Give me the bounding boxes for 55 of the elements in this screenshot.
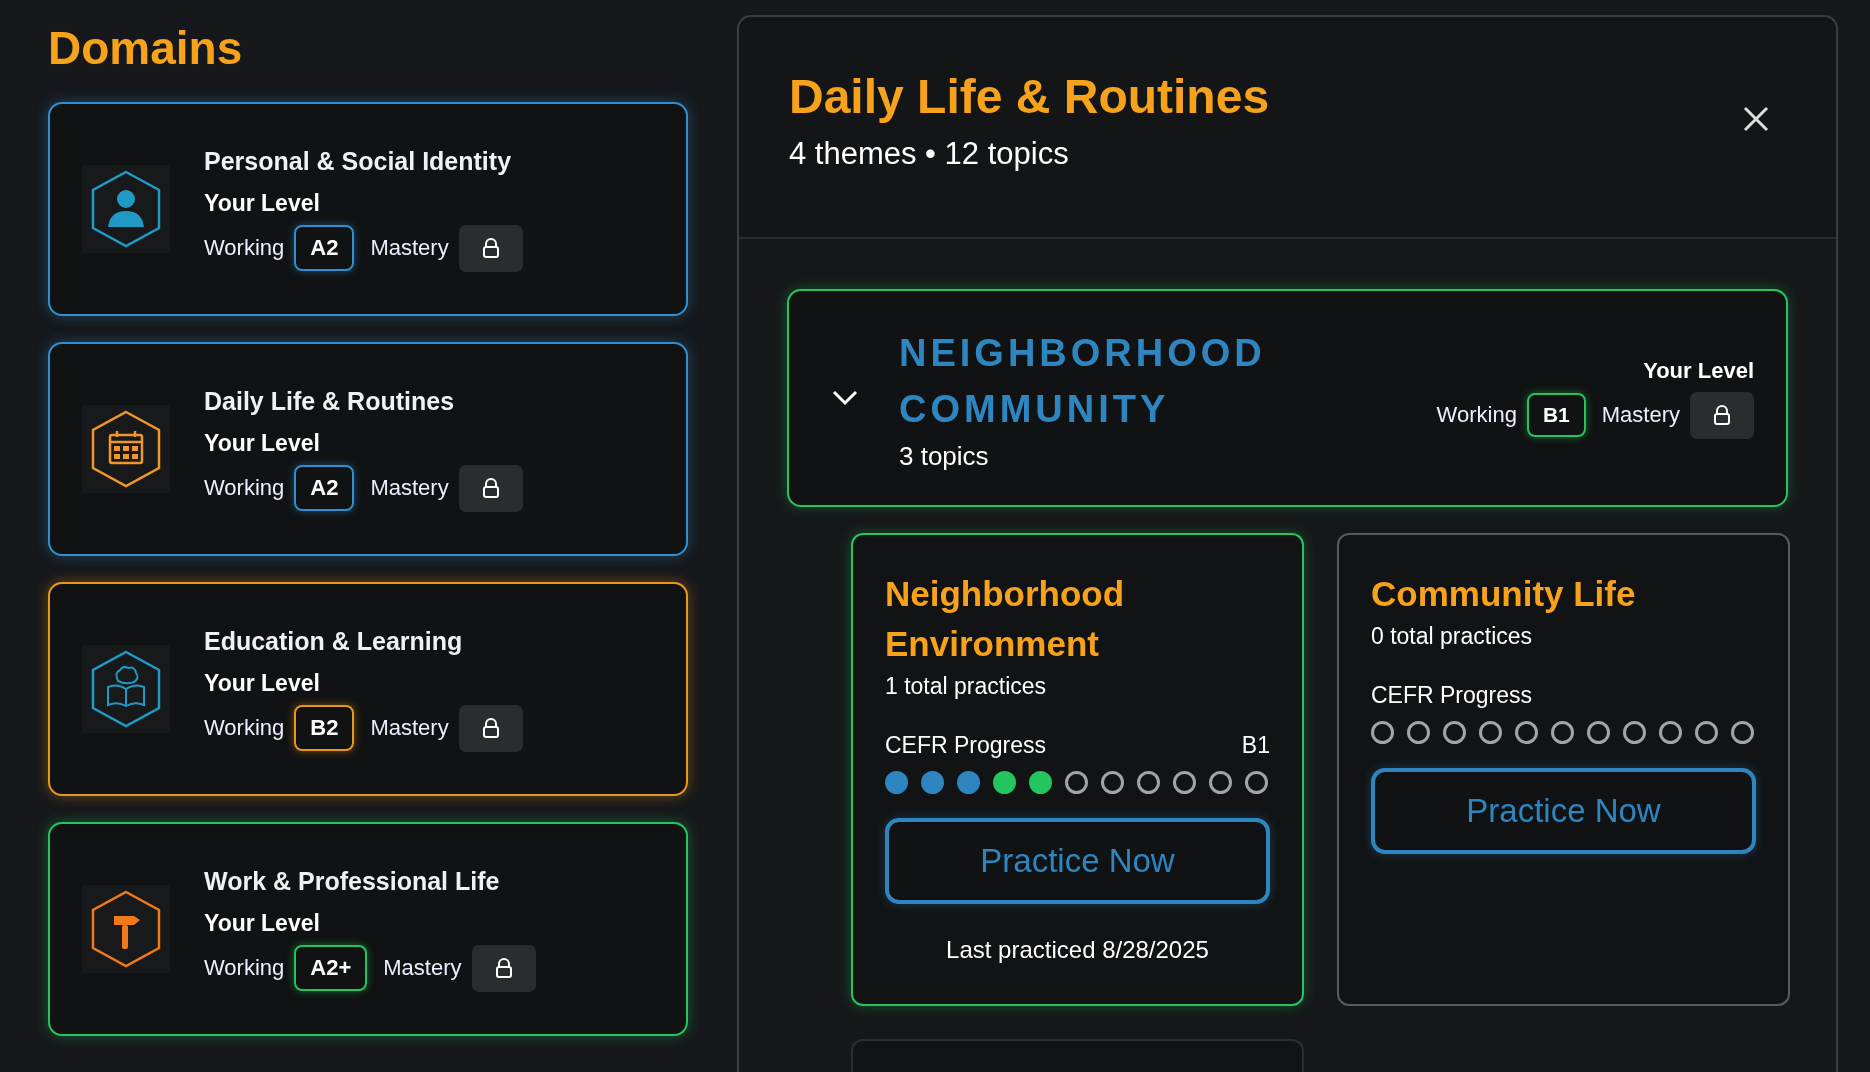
chevron-icon[interactable] — [831, 389, 859, 407]
lock-icon — [494, 958, 513, 978]
mastery-label: Mastery — [370, 235, 449, 261]
practice-count: 0 total practices — [1371, 623, 1534, 650]
working-label: Working — [204, 955, 285, 981]
domains-heading: Domains — [48, 21, 244, 76]
domain-card[interactable]: Personal & Social Identity Your Level Working A2 Mastery — [48, 102, 688, 316]
panel-subtitle: 4 themes • 12 topics — [789, 136, 1070, 172]
working-level-badge: B1 — [1526, 393, 1586, 437]
close-icon — [1742, 105, 1770, 133]
domain-card[interactable]: Work & Professional Life Your Level Working A2+ Mastery — [48, 822, 688, 1036]
working-level-badge: A2 — [294, 225, 355, 271]
working-level-badge: A2 — [294, 465, 355, 511]
domain-card[interactable]: Daily Life & Routines Your Level Working A2 Mastery — [48, 342, 688, 556]
your-level-label: Your Level — [204, 909, 321, 937]
lock-icon — [481, 718, 500, 738]
topic-title: Community Life — [1371, 573, 1637, 615]
topic-count: 3 topics — [899, 440, 990, 472]
domain-title: Personal & Social Identity — [204, 146, 513, 176]
last-practiced: Last practiced 8/28/2025 — [945, 936, 1210, 964]
your-level-label: Your Level — [204, 669, 321, 697]
theme-title: NEIGHBORHOOD COMMUNITY — [899, 330, 1267, 432]
domain-card[interactable]: Education & Learning Your Level Working B2 Mastery — [48, 582, 688, 796]
progress-label: CEFR Progress — [1371, 682, 1533, 709]
working-level-badge: B2 — [294, 705, 355, 751]
topic-title: Neighborhood Environment — [885, 573, 1126, 665]
working-label: Working — [204, 235, 285, 261]
domain-title: Daily Life & Routines — [204, 386, 456, 416]
brain-book-icon — [90, 649, 162, 729]
practice-count: 1 total practices — [885, 673, 1048, 700]
mastery-label: Mastery — [1601, 402, 1680, 428]
practice-now-button[interactable]: Practice Now — [1371, 768, 1756, 854]
mastery-label: Mastery — [370, 715, 449, 741]
domain-title: Education & Learning — [204, 626, 464, 656]
mastery-label: Mastery — [383, 955, 462, 981]
calendar-icon — [90, 409, 162, 489]
your-level-label: Your Level — [1643, 357, 1754, 384]
your-level-label: Your Level — [204, 429, 321, 457]
panel-title: Daily Life & Routines — [789, 69, 1270, 124]
mastery-label: Mastery — [370, 475, 449, 501]
working-label: Working — [204, 715, 285, 741]
working-label: Working — [204, 475, 285, 501]
lock-icon — [1713, 405, 1731, 425]
progress-level: B1 — [1241, 732, 1270, 759]
working-level-badge: A2+ — [294, 945, 368, 991]
domain-title: Work & Professional Life — [204, 866, 501, 896]
progress-label: CEFR Progress — [885, 732, 1047, 759]
practice-now-button[interactable]: Practice Now — [885, 818, 1270, 904]
person-icon — [90, 169, 162, 249]
theme-card[interactable]: NEIGHBORHOOD COMMUNITY 3 topics Your Level Working B1 Mastery — [787, 289, 1788, 507]
hammer-icon — [90, 889, 162, 969]
lock-icon — [481, 478, 500, 498]
your-level-label: Your Level — [204, 189, 321, 217]
working-label: Working — [1436, 402, 1517, 428]
lock-icon — [481, 238, 500, 258]
